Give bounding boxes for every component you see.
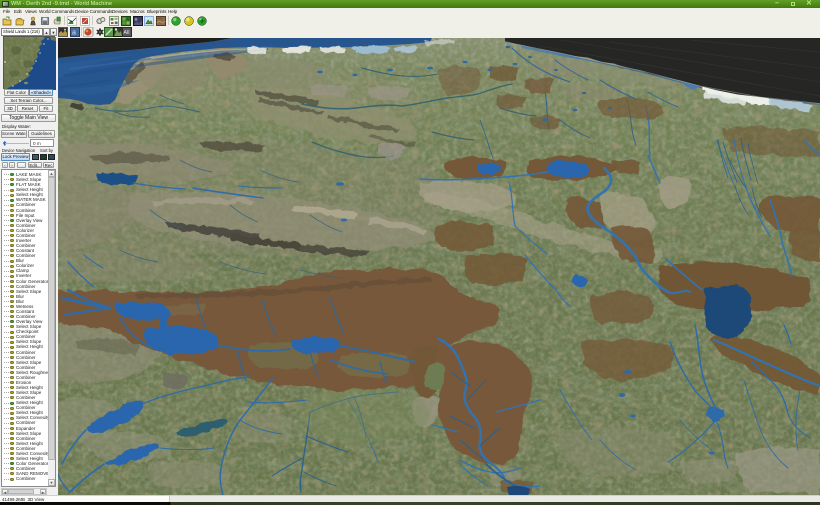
svg-text:All: All	[123, 30, 129, 36]
svg-text:a: a	[72, 30, 76, 37]
